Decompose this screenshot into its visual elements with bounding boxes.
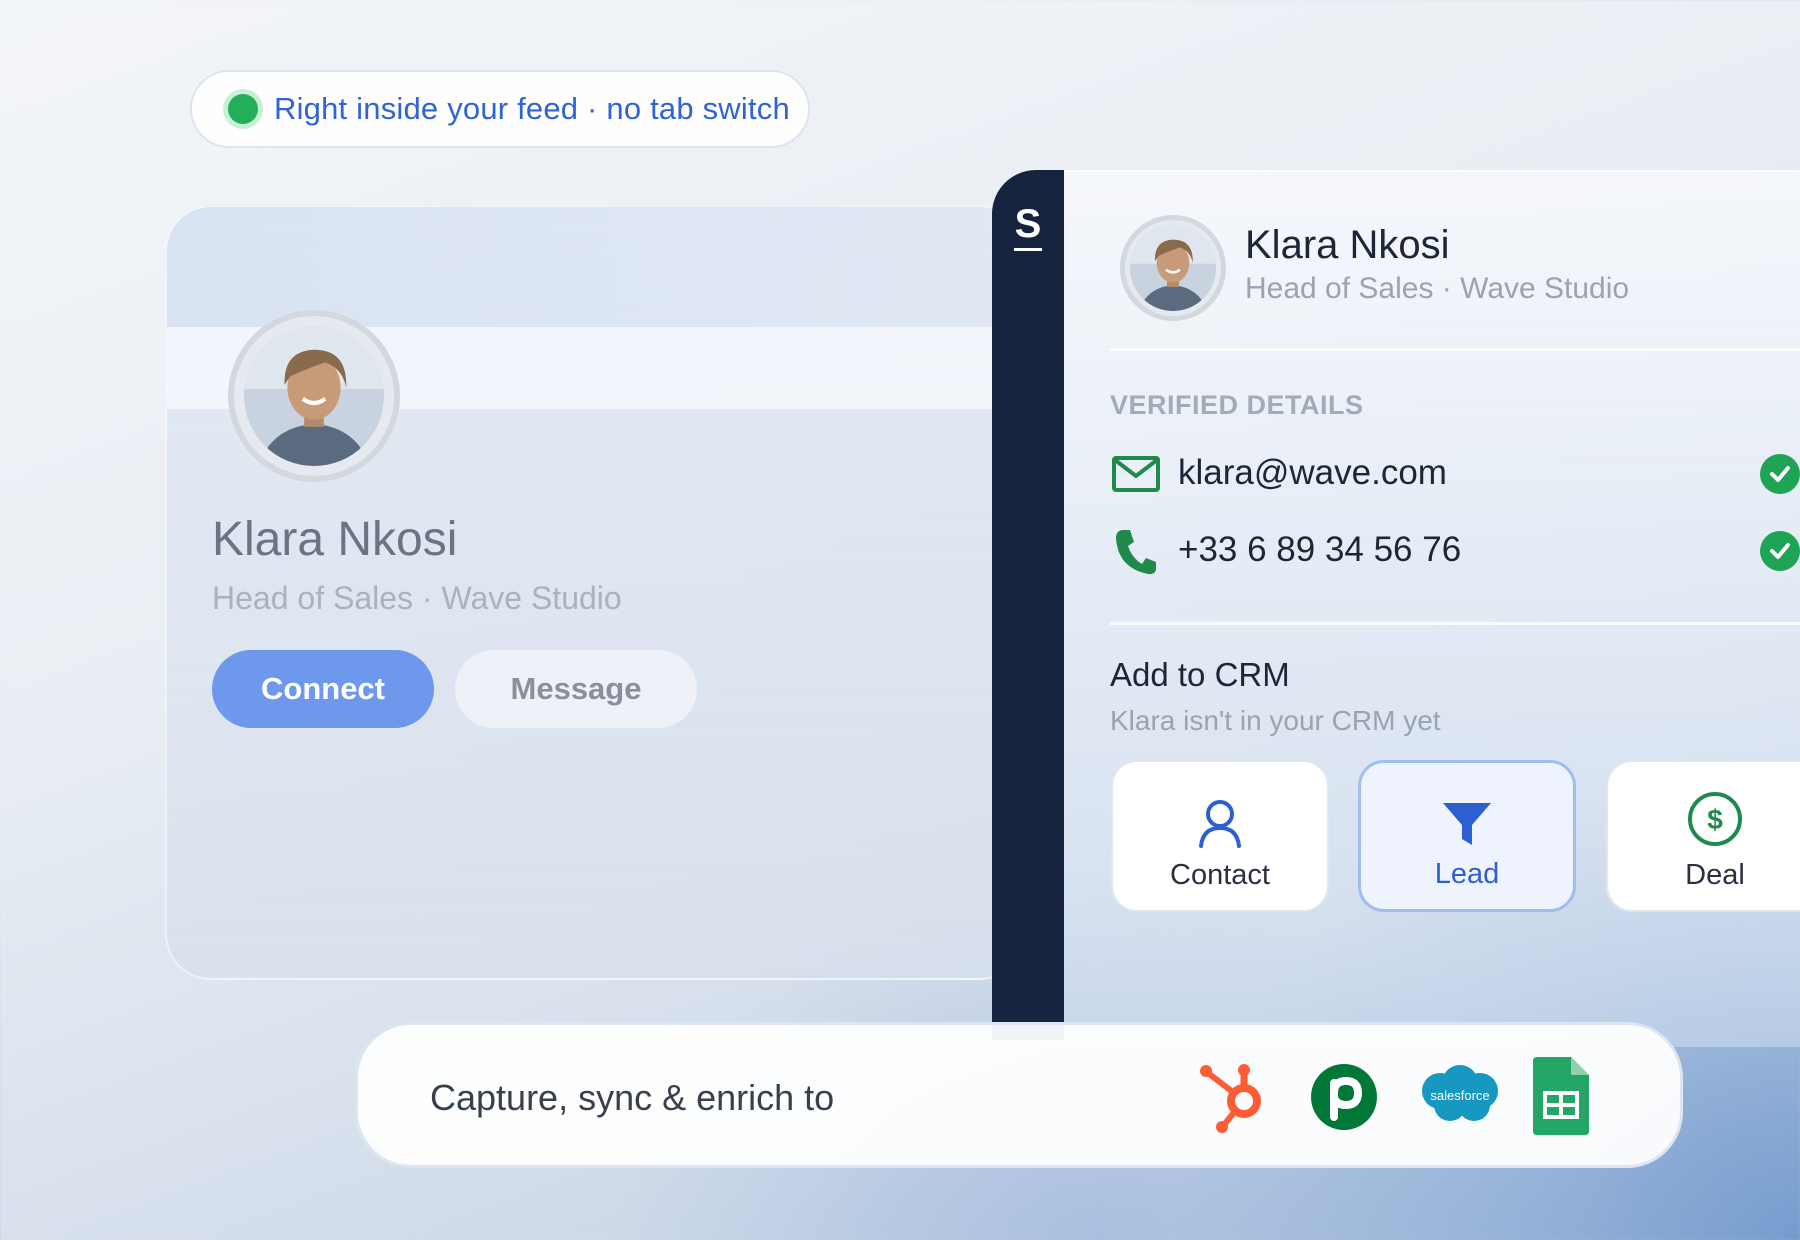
status-dot-icon: [228, 94, 258, 124]
phone-value[interactable]: +33 6 89 34 56 76: [1178, 530, 1461, 570]
feed-badge: Right inside your feed · no tab switch: [190, 70, 810, 148]
profile-cover: [167, 207, 1023, 327]
email-value[interactable]: klara@wave.com: [1178, 453, 1447, 493]
divider: [1110, 622, 1800, 625]
salesforce-logo-text: salesforce: [1430, 1088, 1489, 1103]
extension-logo[interactable]: S: [992, 202, 1064, 247]
connect-button[interactable]: Connect: [212, 650, 434, 728]
crm-title: Add to CRM: [1110, 656, 1290, 693]
logo-underline: [1014, 248, 1042, 251]
verified-check-icon: [1760, 531, 1800, 571]
hubspot-icon[interactable]: [1198, 1059, 1274, 1144]
crm-subtitle: Klara isn't in your CRM yet: [1110, 705, 1441, 736]
mail-icon: [1112, 456, 1160, 497]
avatar-photo: [1130, 225, 1216, 311]
verified-check-icon: [1760, 454, 1800, 494]
person-icon: [1197, 798, 1243, 853]
panel-avatar: [1120, 215, 1226, 321]
pipedrive-icon[interactable]: [1310, 1063, 1378, 1136]
crm-option-label: Deal: [1685, 859, 1745, 891]
profile-name: Klara Nkosi: [212, 513, 458, 566]
avatar-photo: [244, 326, 384, 466]
integrations-bar: Capture, sync & enrich to salesforce: [355, 1022, 1683, 1168]
phone-icon: [1114, 528, 1158, 581]
message-button[interactable]: Message: [455, 650, 697, 728]
divider: [1110, 348, 1800, 351]
google-sheets-icon[interactable]: [1533, 1057, 1589, 1140]
extension-rail: S: [992, 170, 1064, 1040]
funnel-icon: [1441, 799, 1493, 854]
crm-option-label: Lead: [1434, 858, 1500, 890]
dollar-circle-icon: $: [1686, 790, 1744, 853]
crm-option-label: Contact: [1170, 859, 1270, 891]
panel-name: Klara Nkosi: [1245, 223, 1450, 267]
verified-details-heading: VERIFIED DETAILS: [1110, 390, 1364, 420]
salesforce-icon[interactable]: salesforce: [1416, 1063, 1504, 1132]
crm-option-contact[interactable]: Contact: [1111, 760, 1329, 912]
profile-avatar: [228, 310, 400, 482]
integrations-text: Capture, sync & enrich to: [430, 1077, 835, 1118]
crm-option-deal[interactable]: $ Deal: [1606, 760, 1800, 912]
crm-option-lead[interactable]: Lead: [1358, 760, 1576, 912]
panel-subtitle: Head of Sales · Wave Studio: [1245, 272, 1630, 305]
svg-text:$: $: [1707, 804, 1723, 835]
profile-subtitle: Head of Sales · Wave Studio: [212, 580, 622, 616]
feed-badge-text: Right inside your feed · no tab switch: [274, 91, 790, 126]
